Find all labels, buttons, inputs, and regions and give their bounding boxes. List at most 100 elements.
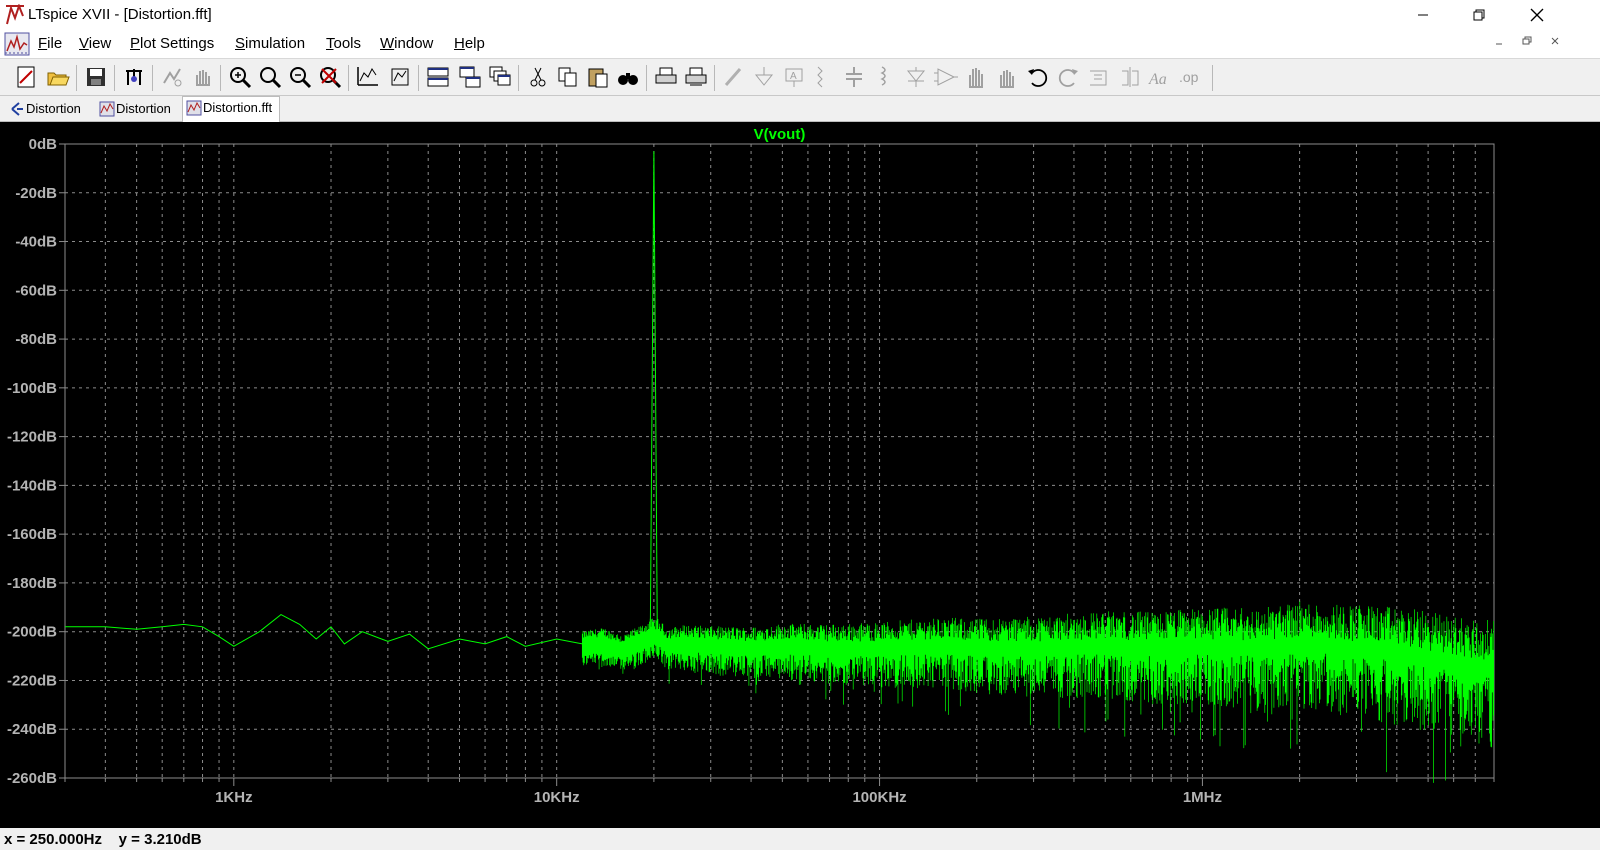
minimize-button[interactable] bbox=[1400, 0, 1446, 30]
y-tick-label: 0dB bbox=[29, 136, 58, 153]
cursor-y-readout: y = 3.210dB bbox=[118, 831, 202, 848]
copy-icon[interactable] bbox=[554, 63, 582, 91]
text-icon[interactable]: Aa bbox=[1146, 63, 1174, 91]
trace-noise-floor bbox=[581, 601, 1495, 783]
y-tick-label: -120dB bbox=[7, 429, 57, 446]
y-tick-label: -40dB bbox=[15, 234, 57, 251]
tab-label: Distortion.fft bbox=[203, 100, 273, 115]
tile-horizontal-icon[interactable] bbox=[424, 63, 452, 91]
svg-text:Aa: Aa bbox=[1148, 71, 1167, 88]
tab-distortion-fft[interactable]: Distortion.fft bbox=[182, 96, 280, 122]
toolbar-separator bbox=[714, 65, 715, 91]
menu-plot-settings[interactable]: Plot Settings bbox=[130, 35, 214, 52]
tab-label: Distortion bbox=[116, 101, 171, 116]
window-title: LTspice XVII - [Distortion.fft] bbox=[28, 6, 212, 23]
menu-view[interactable]: View bbox=[79, 35, 111, 52]
mdi-restore-button[interactable] bbox=[1516, 35, 1538, 53]
diode-icon[interactable] bbox=[902, 63, 930, 91]
fft-plot[interactable]: 0dB -20dB -40dB -60dB -80dB -100dB -120dB -140d… bbox=[0, 122, 1600, 828]
print-icon[interactable] bbox=[652, 63, 680, 91]
waveform-icon bbox=[186, 100, 202, 116]
menu-file[interactable]: File bbox=[38, 35, 62, 52]
menu-bar: File View Plot Settings Simulation Tools… bbox=[0, 31, 1600, 57]
save-icon[interactable] bbox=[82, 63, 110, 91]
status-bar: x = 250.000Hz y = 3.210dB bbox=[0, 828, 1600, 850]
autorange-icon[interactable] bbox=[354, 63, 382, 91]
ltspice-window: LTspice XVII - [Distortion.fft] File Vie… bbox=[0, 0, 1600, 850]
y-tick-label: -60dB bbox=[15, 282, 57, 299]
label-net-icon[interactable]: A bbox=[780, 63, 808, 91]
ground-icon[interactable] bbox=[750, 63, 778, 91]
toolbar-separator bbox=[76, 65, 77, 91]
document-waveform-icon[interactable] bbox=[4, 31, 30, 57]
component-icon[interactable] bbox=[932, 63, 960, 91]
waveform-plot-pane[interactable]: 0dB -20dB -40dB -60dB -80dB -100dB -120dB -140d… bbox=[0, 122, 1600, 828]
control-panel-icon[interactable] bbox=[120, 63, 148, 91]
halt-icon[interactable] bbox=[188, 63, 216, 91]
wire-icon[interactable] bbox=[720, 63, 748, 91]
menu-help[interactable]: Help bbox=[454, 35, 485, 52]
drag-icon[interactable] bbox=[992, 63, 1020, 91]
resistor-icon[interactable] bbox=[810, 63, 838, 91]
trace-name-label[interactable]: V(vout) bbox=[754, 126, 806, 143]
run-icon[interactable] bbox=[158, 63, 186, 91]
y-tick-label: -260dB bbox=[7, 770, 57, 787]
close-icon bbox=[1530, 8, 1544, 22]
rotate-icon[interactable] bbox=[1086, 63, 1114, 91]
svg-text:.op: .op bbox=[1179, 69, 1199, 85]
y-tick-label: -80dB bbox=[15, 331, 57, 348]
toolbar-separator bbox=[646, 65, 647, 91]
waveform-icon bbox=[99, 101, 115, 117]
toolbar: A Aa .op bbox=[0, 58, 1600, 96]
open-icon[interactable] bbox=[44, 63, 72, 91]
restore-button[interactable] bbox=[1456, 0, 1502, 30]
mdi-minimize-button[interactable] bbox=[1488, 35, 1510, 53]
cascade-icon[interactable] bbox=[486, 63, 514, 91]
close-button[interactable] bbox=[1514, 0, 1560, 30]
zoom-to-fit-icon[interactable] bbox=[256, 63, 284, 91]
cut-icon[interactable] bbox=[524, 63, 552, 91]
print-preview-icon[interactable] bbox=[682, 63, 710, 91]
menu-tools[interactable]: Tools bbox=[326, 35, 361, 52]
minimize-icon bbox=[1496, 43, 1502, 45]
zoom-cancel-icon[interactable] bbox=[316, 63, 344, 91]
y-tick-label: -160dB bbox=[7, 526, 57, 543]
axis-labels: 0dB -20dB -40dB -60dB -80dB -100dB -120dB -140d… bbox=[7, 136, 1222, 806]
spice-directive-icon[interactable]: .op bbox=[1176, 63, 1204, 91]
undo-icon[interactable] bbox=[1024, 63, 1052, 91]
plot-grid bbox=[64, 143, 1495, 779]
y-tick-label: -180dB bbox=[7, 575, 57, 592]
close-icon bbox=[1551, 37, 1559, 45]
tab-distortion-schematic[interactable]: Distortion bbox=[6, 98, 92, 120]
y-tick-label: -100dB bbox=[7, 380, 57, 397]
tile-vertical-icon[interactable] bbox=[456, 63, 484, 91]
new-schematic-icon[interactable] bbox=[12, 63, 40, 91]
y-tick-label: -220dB bbox=[7, 672, 57, 689]
x-tick-label: 1KHz bbox=[215, 789, 253, 806]
zoom-out-icon[interactable] bbox=[286, 63, 314, 91]
title-bar: LTspice XVII - [Distortion.fft] bbox=[0, 0, 1600, 30]
toolbar-separator bbox=[418, 65, 419, 91]
y-tick-label: -140dB bbox=[7, 477, 57, 494]
tab-distortion-waveform[interactable]: Distortion bbox=[96, 98, 180, 120]
mirror-icon[interactable] bbox=[1116, 63, 1144, 91]
trace-layer bbox=[65, 151, 1495, 783]
schematic-icon bbox=[11, 102, 23, 116]
redo-icon[interactable] bbox=[1054, 63, 1082, 91]
x-tick-label: 100KHz bbox=[852, 789, 906, 806]
toolbar-separator bbox=[114, 65, 115, 91]
x-tick-label: 1MHz bbox=[1183, 789, 1222, 806]
move-icon[interactable] bbox=[962, 63, 990, 91]
rescale-icon[interactable] bbox=[386, 63, 414, 91]
y-tick-label: -20dB bbox=[15, 185, 57, 202]
menu-window[interactable]: Window bbox=[380, 35, 433, 52]
mdi-close-button[interactable] bbox=[1544, 35, 1566, 53]
inductor-icon[interactable] bbox=[870, 63, 898, 91]
find-icon[interactable] bbox=[614, 63, 642, 91]
menu-simulation[interactable]: Simulation bbox=[235, 35, 305, 52]
trace-v-vout bbox=[65, 151, 1495, 669]
capacitor-icon[interactable] bbox=[840, 63, 868, 91]
toolbar-separator bbox=[1212, 65, 1213, 91]
zoom-in-icon[interactable] bbox=[226, 63, 254, 91]
paste-icon[interactable] bbox=[584, 63, 612, 91]
